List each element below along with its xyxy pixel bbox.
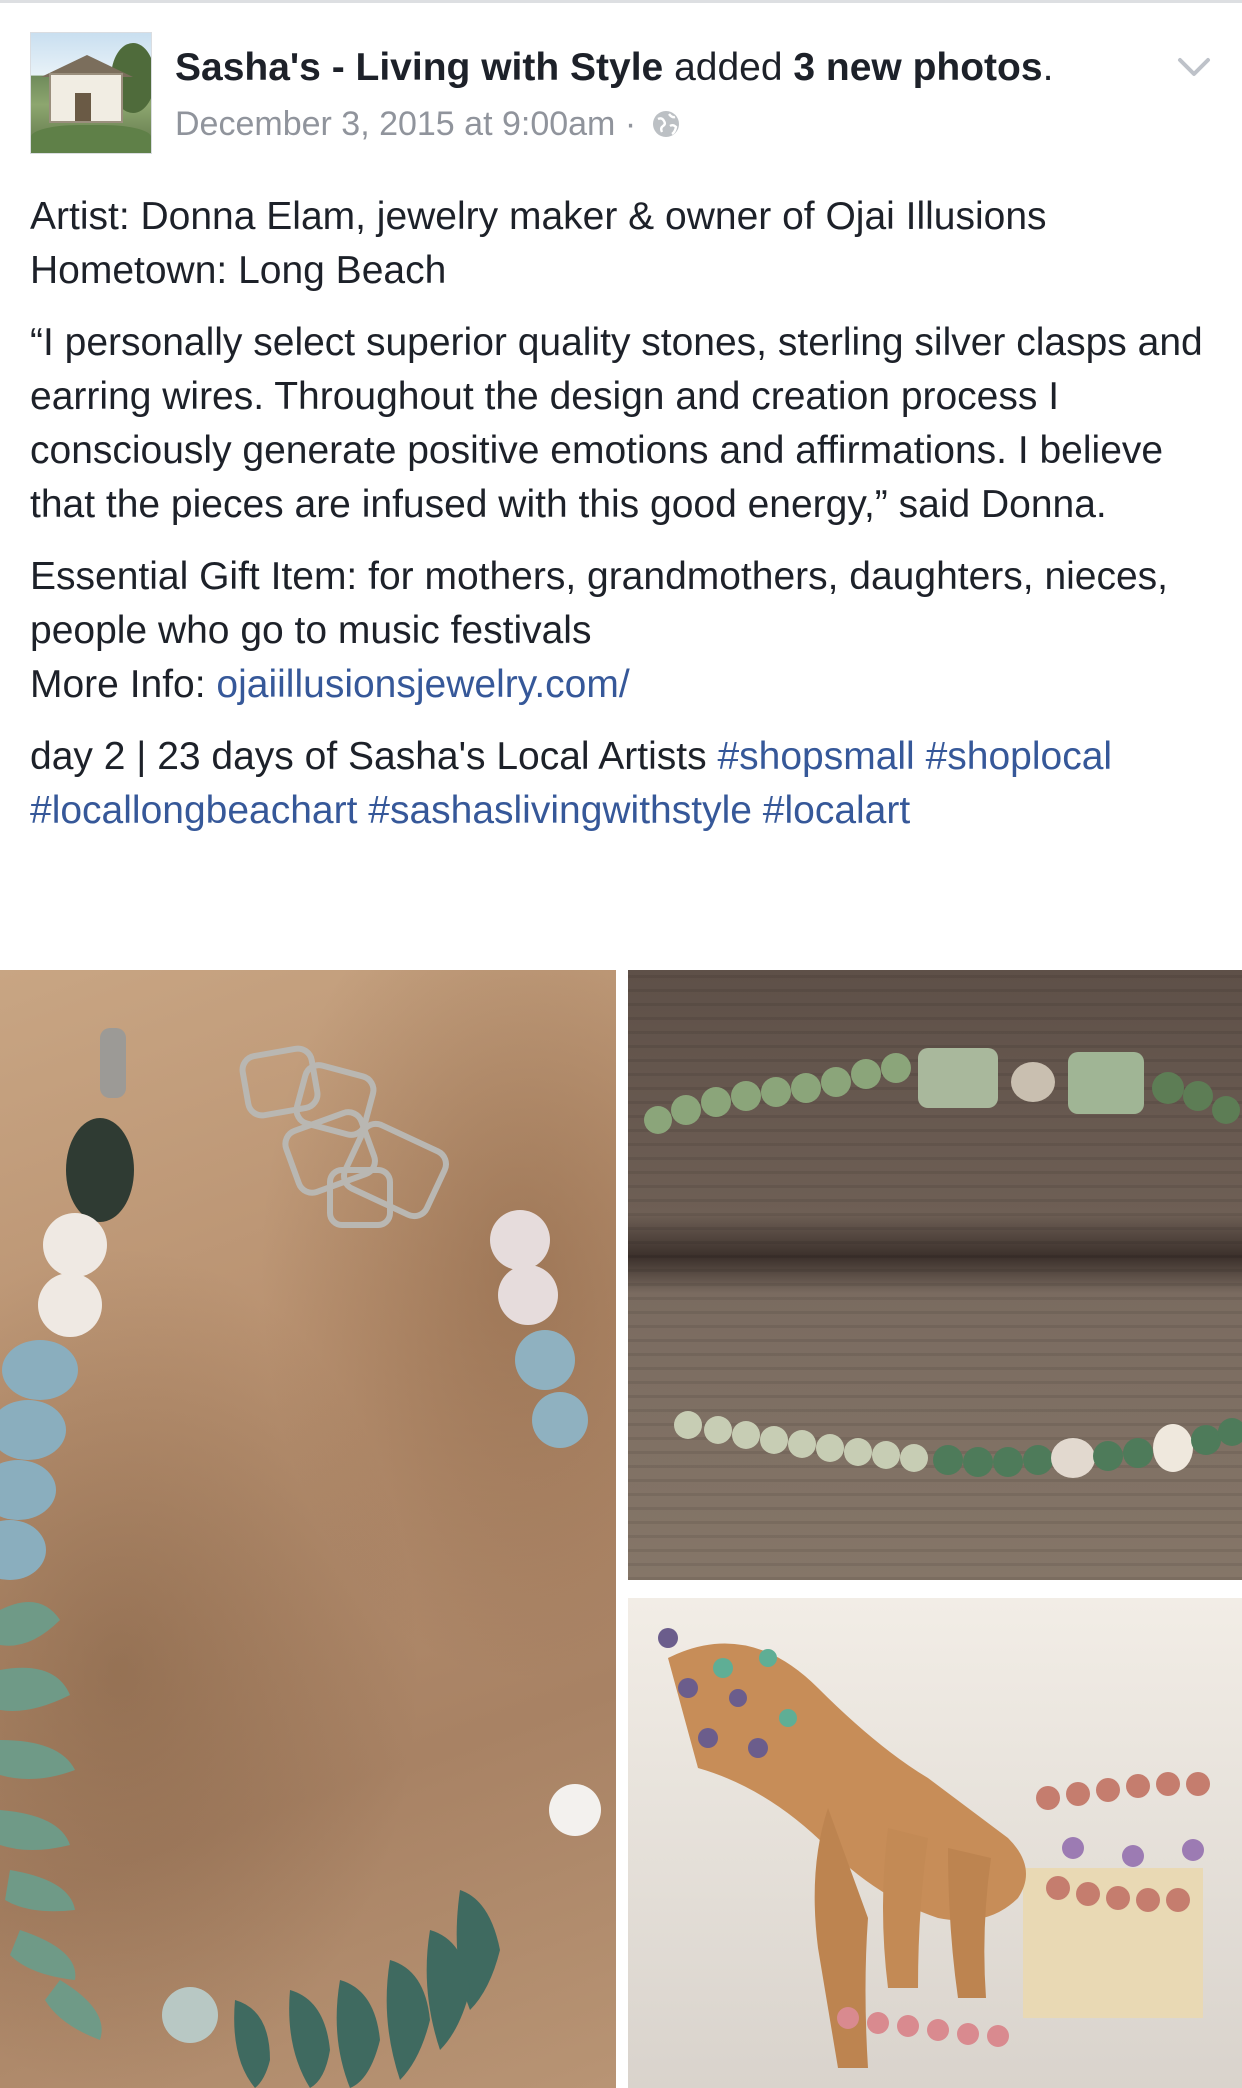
quote-paragraph: “I personally select superior quality st… <box>30 321 1203 526</box>
chevron-down-icon[interactable] <box>1172 52 1216 82</box>
artist-line: Artist: Donna Elam, jewelry maker & owne… <box>30 195 1047 238</box>
hashtag-link[interactable]: #locallongbeachart <box>30 789 357 832</box>
day-text: day 2 | 23 days of Sasha's Local Artists <box>30 735 718 778</box>
photo-grid <box>0 970 1242 2088</box>
gift-paragraph: Essential Gift Item: for mothers, grandm… <box>30 550 1220 712</box>
bead-illustration <box>644 1048 1242 1478</box>
globe-icon <box>652 111 679 137</box>
page-name-link[interactable]: Sasha's - Living with Style <box>175 46 663 89</box>
hashtag-link[interactable]: #sashaslivingwithstyle <box>368 789 752 832</box>
post-title: Sasha's - Living with Style added 3 new … <box>175 44 1053 92</box>
action-text: added <box>674 46 783 89</box>
photo-necklace-wood[interactable] <box>628 970 1242 1580</box>
hand-illustration <box>658 1628 1210 2068</box>
hashtag-paragraph: day 2 | 23 days of Sasha's Local Artists… <box>30 730 1220 838</box>
photos-count-link[interactable]: 3 new photos <box>793 46 1042 89</box>
post-body: Artist: Donna Elam, jewelry maker & owne… <box>30 190 1220 856</box>
meta-separator: · <box>624 105 637 143</box>
hashtag-link[interactable]: #localart <box>763 789 910 832</box>
post-meta: December 3, 2015 at 9:00am · <box>175 102 680 146</box>
page-avatar[interactable] <box>30 32 152 154</box>
more-info-label: More Info: <box>30 663 217 706</box>
title-period: . <box>1042 46 1054 89</box>
post-timestamp[interactable]: December 3, 2015 at 9:00am <box>175 105 615 143</box>
post-header: Sasha's - Living with Style added 3 new … <box>0 0 1242 170</box>
gift-line: Essential Gift Item: for mothers, grandm… <box>30 555 1169 652</box>
hashtag-link[interactable]: #shopsmall <box>717 735 914 778</box>
artist-info: Artist: Donna Elam, jewelry maker & owne… <box>30 190 1220 298</box>
necklace-illustration <box>0 1028 601 2088</box>
photo-necklace-sand[interactable] <box>0 970 616 2088</box>
hashtag-link[interactable]: #shoplocal <box>926 735 1112 778</box>
photo-bracelets-hand[interactable] <box>628 1598 1242 2088</box>
website-link[interactable]: ojaiillusionsjewelry.com/ <box>216 663 629 706</box>
hometown-line: Hometown: Long Beach <box>30 249 447 292</box>
